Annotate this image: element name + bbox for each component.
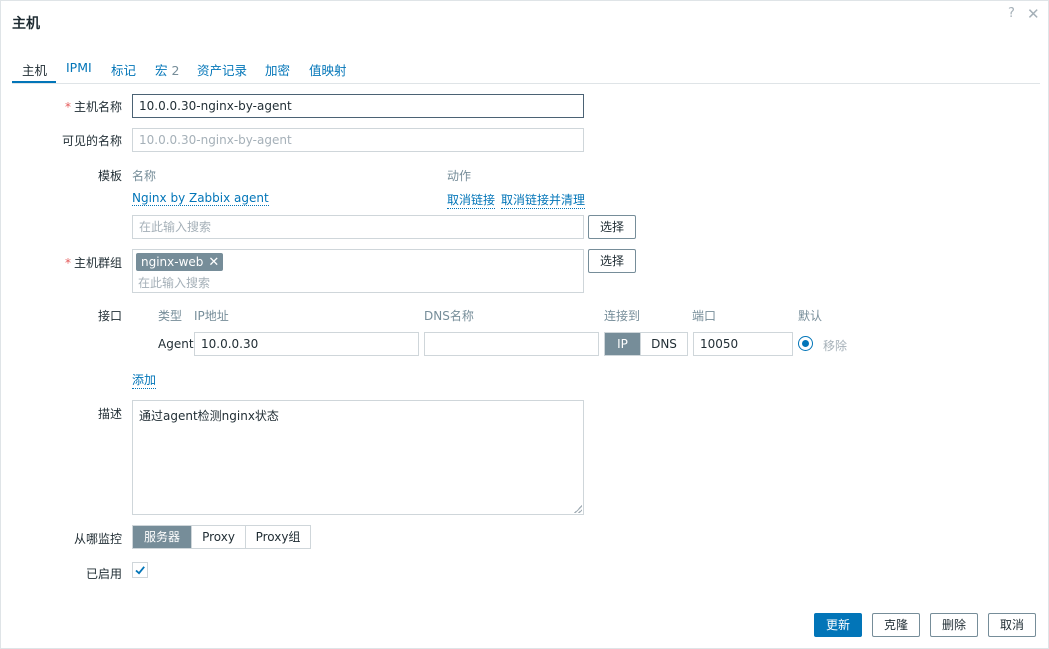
- connect-dns-option[interactable]: DNS: [641, 333, 687, 355]
- tab-inventory[interactable]: 资产记录: [197, 60, 247, 79]
- host-group-tag: nginx-web ✕: [136, 253, 224, 271]
- host-name-input[interactable]: 10.0.0.30-nginx-by-agent: [132, 94, 584, 118]
- visible-name-label: 可见的名称: [61, 134, 122, 148]
- template-search-input[interactable]: 在此输入搜索: [132, 215, 584, 239]
- templates-col-action: 动作: [447, 169, 472, 183]
- description-textarea[interactable]: 通过agent检测nginx状态: [132, 400, 584, 515]
- interface-dns-input[interactable]: [424, 332, 599, 356]
- interface-port-input[interactable]: 10050: [693, 332, 793, 356]
- host-groups-select-button[interactable]: 选择: [588, 249, 636, 273]
- monitored-by-toggle: 服务器 Proxy Proxy组: [132, 525, 311, 549]
- remove-tag-icon[interactable]: ✕: [208, 255, 219, 270]
- templates-col-name: 名称: [132, 169, 157, 183]
- connect-ip-option[interactable]: IP: [605, 333, 641, 355]
- description-label: 描述: [97, 407, 122, 421]
- tab-bar: 主机 IPMI 标记 宏 2 资产记录 加密 值映射: [12, 56, 1040, 84]
- tab-macros-label: 宏: [155, 63, 168, 78]
- tab-macros[interactable]: 宏 2: [155, 60, 179, 79]
- dialog-title: 主机: [12, 16, 40, 32]
- tab-ipmi[interactable]: IPMI: [66, 60, 92, 75]
- interface-ip-input[interactable]: 10.0.0.30: [194, 332, 419, 356]
- host-dialog: 主机 ? ✕ 主机 IPMI 标记 宏 2 资产记录 加密 值映射 * 主机名称 …: [0, 0, 1049, 649]
- clone-button[interactable]: 克隆: [872, 613, 920, 637]
- interface-type: Agent: [158, 337, 194, 351]
- monitored-by-proxy-group-option[interactable]: Proxy组: [246, 526, 310, 548]
- interfaces-col-ip: IP地址: [194, 309, 229, 323]
- host-groups-search-input[interactable]: 在此输入搜索: [138, 274, 210, 291]
- delete-button[interactable]: 删除: [930, 613, 978, 637]
- monitored-by-label: 从哪监控: [73, 532, 122, 546]
- unlink-link[interactable]: 取消链接: [447, 191, 496, 209]
- check-icon: [135, 566, 145, 575]
- interfaces-col-default: 默认: [798, 309, 823, 323]
- template-select-button[interactable]: 选择: [588, 215, 636, 239]
- tab-value-mapping[interactable]: 值映射: [309, 60, 347, 79]
- visible-name-input[interactable]: 10.0.0.30-nginx-by-agent: [132, 128, 584, 152]
- interfaces-col-port: 端口: [692, 309, 717, 323]
- host-name-label: * 主机名称: [64, 100, 122, 114]
- close-icon[interactable]: ✕: [1027, 7, 1040, 22]
- interface-remove-link[interactable]: 移除: [823, 337, 847, 354]
- active-tab-indicator: [12, 81, 56, 83]
- tab-encryption[interactable]: 加密: [265, 60, 290, 79]
- interface-add-link[interactable]: 添加: [132, 371, 157, 389]
- host-groups-label: * 主机群组: [64, 256, 122, 270]
- unlink-and-clear-link[interactable]: 取消链接并清理: [501, 191, 586, 209]
- interfaces-col-connect: 连接到: [604, 309, 641, 323]
- interfaces-col-dns: DNS名称: [424, 309, 474, 323]
- update-button[interactable]: 更新: [814, 613, 862, 637]
- tab-host[interactable]: 主机: [22, 60, 47, 79]
- tab-tags[interactable]: 标记: [111, 60, 136, 79]
- monitored-by-proxy-option[interactable]: Proxy: [192, 526, 246, 548]
- templates-label: 模板: [97, 169, 122, 183]
- help-icon[interactable]: ?: [1008, 7, 1015, 21]
- interfaces-col-type: 类型: [158, 309, 183, 323]
- resize-handle-icon[interactable]: [574, 505, 582, 513]
- description-text: 通过agent检测nginx状态: [139, 409, 279, 423]
- interfaces-label: 接口: [97, 309, 122, 323]
- host-groups-multiselect[interactable]: nginx-web ✕ 在此输入搜索: [132, 249, 584, 293]
- interface-connect-toggle: IP DNS: [604, 332, 688, 356]
- cancel-button[interactable]: 取消: [988, 613, 1036, 637]
- enabled-label: 已启用: [85, 567, 122, 581]
- tab-macros-count: 2: [171, 63, 180, 78]
- interface-default-radio[interactable]: [798, 336, 813, 351]
- template-link[interactable]: Nginx by Zabbix agent: [132, 191, 269, 206]
- monitored-by-server-option[interactable]: 服务器: [133, 526, 192, 548]
- enabled-checkbox[interactable]: [132, 562, 148, 578]
